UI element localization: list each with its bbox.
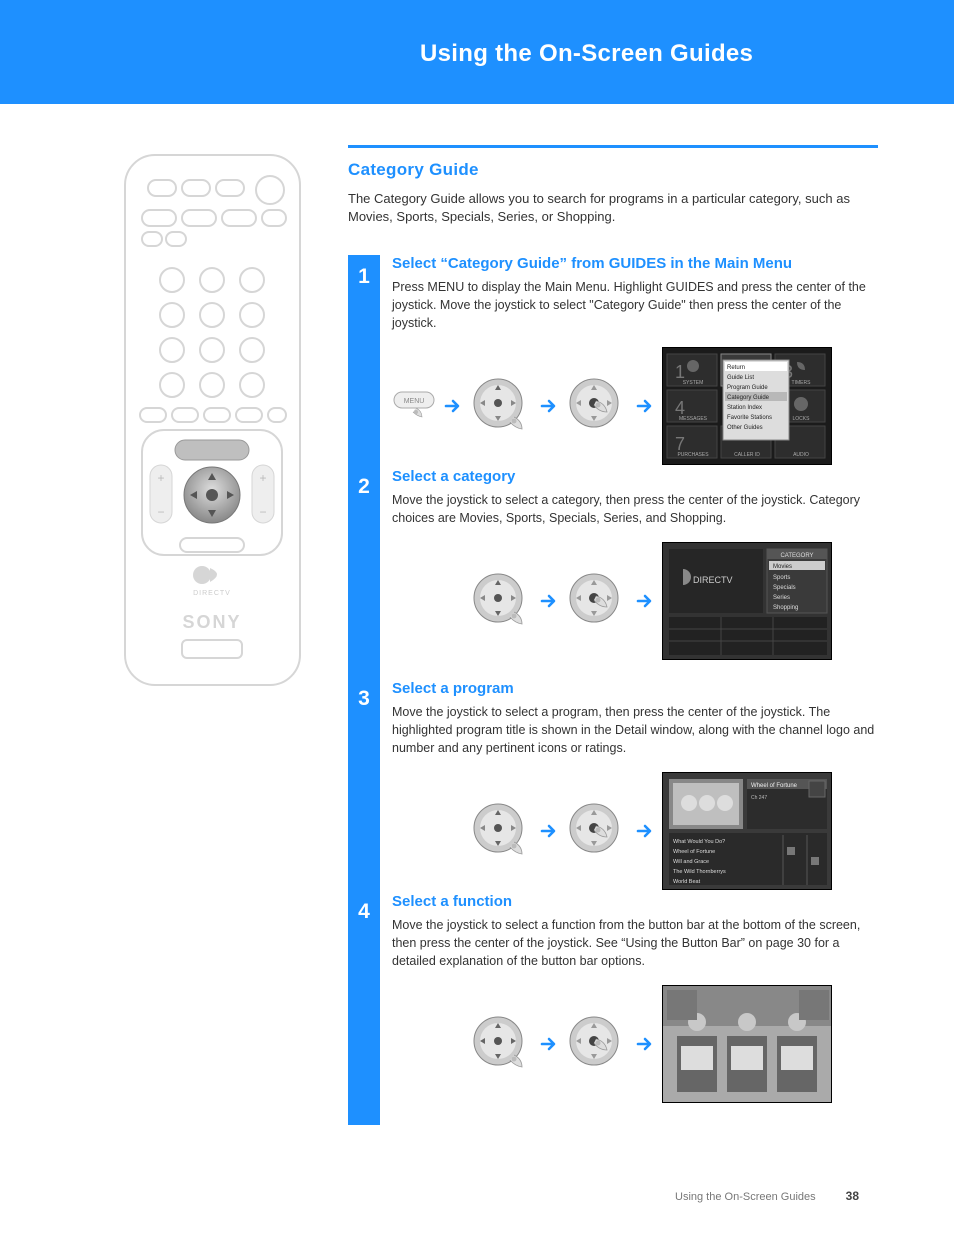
chapter-banner: Using the On-Screen Guides — [0, 0, 954, 104]
step-number: 1 — [348, 255, 380, 465]
svg-text:Sports: Sports — [773, 575, 790, 581]
menu-button-icon: MENU — [392, 390, 436, 422]
footer-section: Using the On-Screen Guides — [675, 1191, 816, 1203]
svg-text:7: 7 — [675, 434, 685, 454]
joystick-press-icon — [566, 1013, 628, 1075]
arrow-right-icon — [540, 592, 558, 610]
svg-text:Other Guides: Other Guides — [727, 425, 763, 431]
arrow-right-icon — [540, 822, 558, 840]
chapter-title: Using the On-Screen Guides — [0, 0, 954, 68]
joystick-move-icon — [470, 375, 532, 437]
svg-text:Will and Grace: Will and Grace — [673, 859, 709, 865]
tv-screenshot-menu: 1 2 3 4 7 Return Guide List Program Guid… — [662, 347, 832, 465]
svg-text:Category Guide: Category Guide — [727, 395, 770, 401]
step-heading: Select a program — [392, 680, 882, 697]
svg-text:MESSAGES: MESSAGES — [679, 416, 708, 422]
tv-screenshot-function — [662, 985, 832, 1103]
step-row: Wheel of Fortune Ch 247 What Would You D… — [392, 771, 882, 891]
step: Select “Category Guide” from GUIDES in t… — [392, 255, 882, 466]
svg-text:Wheel of Fortune: Wheel of Fortune — [673, 849, 715, 855]
svg-text:TIMERS: TIMERS — [792, 380, 812, 386]
svg-text:1: 1 — [675, 362, 685, 382]
remote-illustration: + − + − DIRECTV SONY — [120, 150, 305, 690]
svg-text:DIRECTV: DIRECTV — [693, 575, 733, 585]
svg-text:Program Guide: Program Guide — [727, 385, 768, 391]
svg-text:Favorite Stations: Favorite Stations — [727, 415, 772, 421]
section-rule — [348, 145, 878, 148]
section-title: Category Guide — [348, 160, 479, 180]
svg-text:+: + — [259, 471, 266, 485]
svg-text:SYSTEM: SYSTEM — [683, 380, 704, 386]
step-text: Move the joystick to select a category, … — [392, 491, 882, 527]
section-intro: The Category Guide allows you to search … — [348, 190, 878, 226]
svg-text:−: − — [157, 505, 164, 519]
svg-text:Movies: Movies — [773, 564, 792, 570]
joystick-press-icon — [566, 800, 628, 862]
svg-text:DIRECTV: DIRECTV — [193, 590, 231, 597]
svg-text:Shopping: Shopping — [773, 605, 798, 611]
svg-text:4: 4 — [675, 398, 685, 418]
svg-text:Ch 247: Ch 247 — [751, 795, 767, 801]
joystick-move-icon — [470, 1013, 532, 1075]
svg-text:CALLER ID: CALLER ID — [734, 452, 760, 458]
page-footer: Using the On-Screen Guides 38 — [675, 1189, 859, 1203]
step: Select a program Move the joystick to se… — [392, 680, 882, 891]
step-rail: 1 2 3 4 — [348, 255, 380, 1125]
arrow-right-icon — [540, 1035, 558, 1053]
step-row: DIRECTV CATEGORY Movies Sports Specials … — [392, 541, 882, 661]
svg-text:SONY: SONY — [182, 612, 241, 632]
arrow-right-icon — [636, 1035, 654, 1053]
step-heading: Select a function — [392, 893, 882, 910]
step-text: Press MENU to display the Main Menu. Hig… — [392, 278, 882, 332]
arrow-right-icon — [636, 592, 654, 610]
svg-text:CATEGORY: CATEGORY — [780, 553, 813, 559]
svg-text:What Would You Do?: What Would You Do? — [673, 839, 725, 845]
step-heading: Select “Category Guide” from GUIDES in t… — [392, 255, 882, 272]
page-number: 38 — [846, 1189, 859, 1203]
svg-text:The Wild Thornberrys: The Wild Thornberrys — [673, 869, 726, 875]
step-row — [392, 984, 882, 1104]
arrow-right-icon — [636, 397, 654, 415]
svg-text:−: − — [259, 505, 266, 519]
svg-text:World Beat: World Beat — [673, 879, 701, 885]
svg-text:Return: Return — [727, 365, 745, 371]
step-heading: Select a category — [392, 468, 882, 485]
joystick-press-icon — [566, 570, 628, 632]
svg-text:AUDIO: AUDIO — [793, 452, 809, 458]
svg-text:Station Index: Station Index — [727, 405, 762, 411]
step-row: MENU 1 2 3 4 7 — [392, 346, 882, 466]
arrow-right-icon — [444, 397, 462, 415]
svg-text:MENU: MENU — [404, 398, 425, 405]
tv-screenshot-category: DIRECTV CATEGORY Movies Sports Specials … — [662, 542, 832, 660]
svg-text:LOCKS: LOCKS — [793, 416, 811, 422]
step-number: 4 — [348, 890, 380, 1125]
step-number: 3 — [348, 677, 380, 890]
joystick-move-icon — [470, 800, 532, 862]
svg-text:Specials: Specials — [773, 585, 796, 591]
step-text: Move the joystick to select a function f… — [392, 916, 882, 970]
joystick-press-icon — [566, 375, 628, 437]
step-text: Move the joystick to select a program, t… — [392, 703, 882, 757]
tv-screenshot-program: Wheel of Fortune Ch 247 What Would You D… — [662, 772, 832, 890]
svg-text:+: + — [157, 471, 164, 485]
step: Select a function Move the joystick to s… — [392, 893, 882, 1104]
step-number: 2 — [348, 465, 380, 677]
svg-text:Series: Series — [773, 595, 790, 601]
arrow-right-icon — [540, 397, 558, 415]
svg-text:Guide List: Guide List — [727, 375, 754, 381]
svg-text:Wheel of Fortune: Wheel of Fortune — [751, 783, 798, 789]
arrow-right-icon — [636, 822, 654, 840]
step: Select a category Move the joystick to s… — [392, 468, 882, 661]
joystick-move-icon — [470, 570, 532, 632]
svg-text:PURCHASES: PURCHASES — [677, 452, 709, 458]
